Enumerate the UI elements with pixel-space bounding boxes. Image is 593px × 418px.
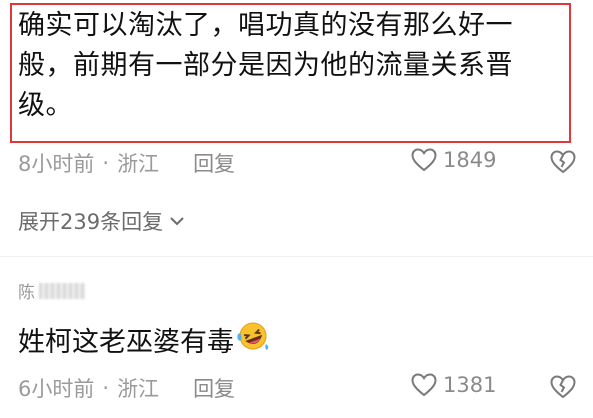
username[interactable]: 陈 (18, 278, 85, 303)
dislike-button-2[interactable] (550, 375, 576, 403)
comment-2-text: 姓柯这老巫婆有毒 (18, 327, 234, 358)
comment-meta-2: 6小时前 · 浙江 回复 (18, 373, 235, 403)
username-blurred (39, 282, 85, 299)
rolling-on-floor-laughing-emoji-icon (236, 320, 270, 359)
comment-text: 确实可以淘汰了，唱功真的没有那么好一般，前期有一部分是因为他的流量关系晋级。 (18, 10, 513, 121)
divider (0, 256, 593, 257)
like-button[interactable]: 1849 (411, 148, 496, 172)
username-visible: 陈 (18, 283, 35, 303)
comment-time-2: 6小时前 (18, 377, 95, 401)
broken-heart-icon (550, 150, 576, 174)
separator-dot-2: · (102, 376, 110, 400)
reply-button-2[interactable]: 回复 (193, 373, 235, 403)
comment-time: 8小时前 (18, 152, 95, 176)
expand-replies-label: 展开239条回复 (18, 210, 164, 234)
heart-icon (411, 373, 437, 397)
separator-dot: · (102, 151, 110, 175)
expand-replies-button[interactable]: 展开239条回复 (18, 206, 185, 236)
chevron-down-icon (170, 217, 184, 226)
dislike-button[interactable] (550, 150, 576, 178)
like-count: 1849 (443, 148, 497, 172)
comment-location-2: 浙江 (117, 377, 160, 401)
comment-text-2: 姓柯这老巫婆有毒 (18, 320, 270, 359)
like-button-2[interactable]: 1381 (411, 373, 496, 397)
broken-heart-icon (550, 375, 576, 399)
heart-icon (411, 148, 437, 172)
reply-button[interactable]: 回复 (193, 148, 235, 178)
comment-location: 浙江 (117, 152, 160, 176)
like-count-2: 1381 (443, 373, 497, 397)
comment-meta: 8小时前 · 浙江 回复 (18, 148, 235, 178)
